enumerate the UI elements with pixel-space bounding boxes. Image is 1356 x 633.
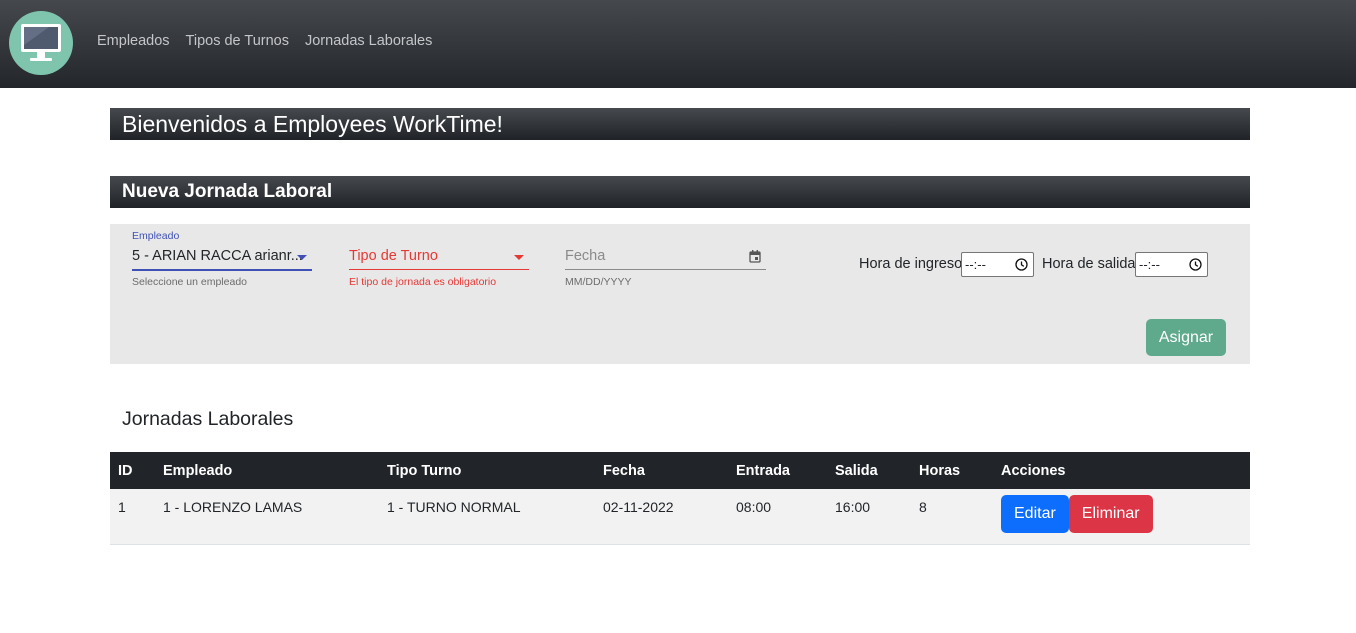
cell-tipo-turno: 1 - TURNO NORMAL bbox=[387, 499, 521, 515]
empleado-label: Empleado bbox=[132, 230, 180, 242]
hora-salida-value: --:-- bbox=[1139, 257, 1160, 272]
clock-icon[interactable] bbox=[1015, 258, 1028, 274]
tipo-turno-underline bbox=[349, 269, 529, 270]
empleado-select[interactable]: Empleado 5 - ARIAN RACCA arianr... Selec… bbox=[132, 230, 312, 290]
delete-button[interactable]: Eliminar bbox=[1068, 495, 1153, 533]
cell-id: 1 bbox=[118, 499, 126, 515]
column-header-horas: Horas bbox=[919, 462, 961, 479]
asignar-button[interactable]: Asignar bbox=[1146, 319, 1226, 356]
fecha-placeholder: Fecha bbox=[565, 248, 606, 264]
calendar-icon[interactable] bbox=[749, 250, 761, 268]
hora-ingreso-label: Hora de ingreso: bbox=[859, 256, 967, 272]
tipo-turno-placeholder: Tipo de Turno bbox=[349, 248, 438, 264]
nav-link-tipos-de-turnos[interactable]: Tipos de Turnos bbox=[186, 33, 289, 49]
chevron-down-icon bbox=[297, 255, 307, 260]
column-header-entrada: Entrada bbox=[736, 462, 790, 479]
clock-icon[interactable] bbox=[1189, 258, 1202, 274]
navbar: Empleados Tipos de Turnos Jornadas Labor… bbox=[0, 0, 1356, 88]
column-header-acciones: Acciones bbox=[1001, 462, 1066, 479]
column-header-empleado: Empleado bbox=[163, 462, 233, 479]
hora-ingreso-value: --:-- bbox=[965, 257, 986, 272]
nav-link-jornadas-laborales[interactable]: Jornadas Laborales bbox=[305, 33, 432, 49]
column-header-salida: Salida bbox=[835, 462, 878, 479]
cell-salida: 16:00 bbox=[835, 499, 871, 515]
empleado-value: 5 - ARIAN RACCA arianr... bbox=[132, 248, 303, 264]
tipo-turno-error: El tipo de jornada es obligatorio bbox=[349, 276, 497, 288]
jornadas-title: Jornadas Laborales bbox=[122, 408, 294, 430]
cell-entrada: 08:00 bbox=[736, 499, 772, 515]
cell-horas: 8 bbox=[919, 499, 927, 515]
empleado-underline bbox=[132, 269, 312, 271]
welcome-banner: Bienvenidos a Employees WorkTime! bbox=[110, 108, 1250, 140]
nav-link-empleados[interactable]: Empleados bbox=[97, 33, 170, 49]
cell-fecha: 02-11-2022 bbox=[603, 499, 674, 515]
cell-acciones: Editar Eliminar bbox=[993, 489, 1250, 544]
monitor-icon[interactable] bbox=[9, 11, 73, 75]
edit-button[interactable]: Editar bbox=[1001, 495, 1069, 533]
tipo-turno-select[interactable]: Tipo de Turno El tipo de jornada es obli… bbox=[349, 230, 529, 290]
empleado-hint: Seleccione un empleado bbox=[132, 276, 247, 288]
jornada-form: Empleado 5 - ARIAN RACCA arianr... Selec… bbox=[110, 224, 1250, 364]
cell-empleado: 1 - LORENZO LAMAS bbox=[163, 499, 303, 515]
form-title: Nueva Jornada Laboral bbox=[110, 176, 1250, 208]
column-header-tipo-turno: Tipo Turno bbox=[387, 462, 462, 479]
nav-links: Empleados Tipos de Turnos Jornadas Labor… bbox=[97, 33, 432, 49]
table-row: 1 1 - LORENZO LAMAS 1 - TURNO NORMAL 02-… bbox=[110, 489, 1250, 544]
table-header: ID Empleado Tipo Turno Fecha Entrada Sal… bbox=[110, 452, 1250, 489]
chevron-down-icon bbox=[514, 255, 524, 260]
fecha-underline bbox=[565, 269, 766, 270]
hora-salida-label: Hora de salida: bbox=[1042, 256, 1140, 272]
fecha-hint: MM/DD/YYYY bbox=[565, 276, 632, 288]
hora-ingreso-input[interactable]: --:-- bbox=[961, 252, 1034, 277]
column-header-id: ID bbox=[118, 462, 133, 479]
column-header-fecha: Fecha bbox=[603, 462, 645, 479]
hora-salida-input[interactable]: --:-- bbox=[1135, 252, 1208, 277]
fecha-input[interactable]: Fecha MM/DD/YYYY bbox=[565, 230, 766, 290]
jornadas-table: ID Empleado Tipo Turno Fecha Entrada Sal… bbox=[110, 452, 1250, 545]
